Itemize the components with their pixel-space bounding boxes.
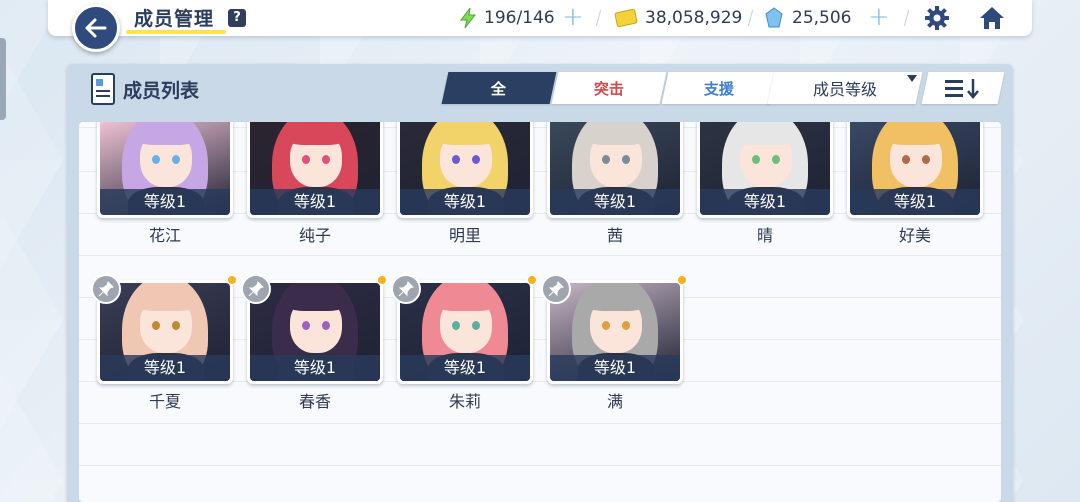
member-level: 等级1 — [250, 189, 380, 215]
tab-all[interactable]: 全 — [441, 72, 557, 104]
sort-order-button[interactable] — [921, 72, 1005, 104]
member-card[interactable]: 等级1 花江 — [97, 122, 233, 245]
member-name: 花江 — [148, 226, 181, 245]
member-list-icon — [91, 73, 115, 105]
credits-resource: 38,058,929 — [614, 7, 742, 29]
member-level: 等级1 — [850, 189, 980, 215]
member-card[interactable]: 等级1 明里 — [397, 122, 533, 245]
help-icon[interactable]: ? — [228, 9, 246, 27]
member-level: 等级1 — [250, 355, 380, 381]
member-name: 纯子 — [298, 226, 331, 245]
tab-special[interactable]: 支援 — [661, 72, 777, 104]
gems-value: 25,506 — [792, 8, 852, 28]
member-level: 等级1 — [700, 189, 830, 215]
stamina-resource: 196/146 — [458, 7, 555, 29]
gems-resource: 25,506 — [764, 7, 851, 29]
member-name: 茜 — [606, 226, 623, 245]
sort-descending-icon — [945, 79, 979, 99]
dropdown-indicator-icon — [907, 75, 918, 82]
new-indicator-dot — [227, 275, 237, 285]
panel-title: 成员列表 — [123, 80, 200, 102]
member-card[interactable]: 等级1 茜 — [547, 122, 683, 245]
member-name: 朱莉 — [448, 392, 481, 411]
member-card[interactable]: 等级1 春香 — [241, 274, 387, 411]
tab-special-label: 支援 — [703, 79, 734, 98]
member-name: 春香 — [298, 392, 331, 411]
filter-tabs: 全 突击 支援 — [441, 72, 777, 104]
home-icon[interactable] — [978, 4, 1006, 32]
tab-striker-label: 突击 — [593, 79, 624, 98]
member-card[interactable]: 等级1 千夏 — [91, 274, 237, 411]
member-level: 等级1 — [400, 355, 530, 381]
member-name: 满 — [606, 392, 623, 411]
new-indicator-dot — [527, 275, 537, 285]
member-level: 等级1 — [400, 189, 530, 215]
member-name: 千夏 — [148, 392, 181, 411]
member-card[interactable]: 等级1 朱莉 — [391, 274, 537, 411]
tab-striker[interactable]: 突击 — [551, 72, 667, 104]
page-title: 成员管理 — [134, 8, 215, 30]
credit-card-icon — [614, 8, 638, 28]
stamina-value: 196/146 — [484, 8, 555, 28]
tab-all-label: 全 — [491, 79, 507, 98]
new-indicator-dot — [677, 275, 687, 285]
add-gems-button[interactable]: + — [868, 4, 890, 30]
member-list[interactable]: 等级1 花江 等级1 纯子 等级1 明里 等级1 茜 等级1 晴 等级1 好美 — [79, 122, 1001, 502]
pin-icon[interactable] — [91, 274, 121, 304]
sort-label: 成员等级 — [812, 80, 877, 99]
member-level: 等级1 — [550, 355, 680, 381]
member-name: 晴 — [756, 226, 773, 245]
member-list-panel: 成员列表 全 突击 支援 成员等级 等级1 花江 等级1 纯子 等级1 明里 等… — [67, 64, 1013, 502]
member-level: 等级1 — [100, 355, 230, 381]
sort-dropdown[interactable]: 成员等级 — [767, 72, 923, 104]
back-button[interactable] — [72, 4, 120, 52]
pin-icon[interactable] — [391, 274, 421, 304]
member-level: 等级1 — [550, 189, 680, 215]
member-card[interactable]: 等级1 纯子 — [247, 122, 383, 245]
pin-icon[interactable] — [241, 274, 271, 304]
add-stamina-button[interactable]: + — [562, 4, 584, 30]
member-name: 明里 — [448, 226, 481, 245]
arrow-left-icon — [85, 18, 107, 38]
member-card[interactable]: 等级1 满 — [541, 274, 687, 411]
member-name: 好美 — [898, 226, 931, 245]
new-indicator-dot — [377, 275, 387, 285]
pin-icon[interactable] — [541, 274, 571, 304]
lightning-icon — [460, 7, 477, 29]
member-level: 等级1 — [100, 189, 230, 215]
gear-icon[interactable] — [923, 4, 951, 32]
panel-header: 成员列表 全 突击 支援 成员等级 — [67, 64, 1013, 114]
member-card[interactable]: 等级1 晴 — [697, 122, 833, 245]
member-card[interactable]: 等级1 好美 — [847, 122, 983, 245]
credits-value: 38,058,929 — [645, 8, 743, 28]
side-drawer-handle[interactable] — [0, 38, 6, 120]
gem-icon — [765, 7, 783, 28]
